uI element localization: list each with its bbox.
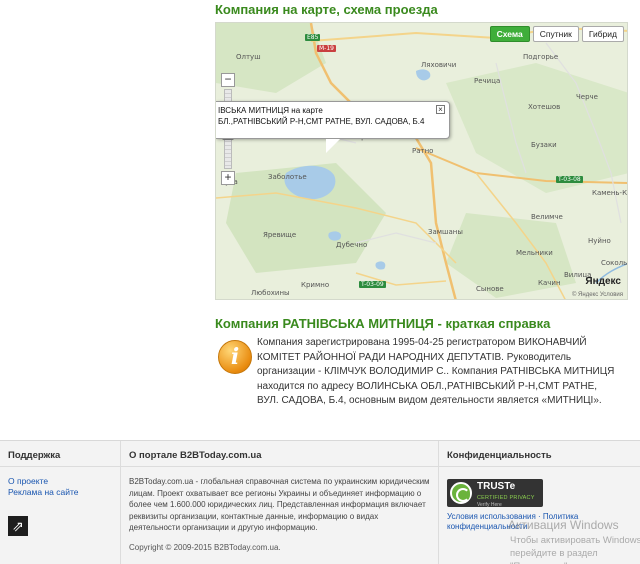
map-place-label: Ляховичи bbox=[421, 61, 457, 69]
map-place-label: Ратно bbox=[412, 147, 434, 155]
map-type-hybrid-button[interactable]: Гибрид bbox=[581, 26, 624, 42]
map-balloon: ІВСЬКА МИТНИЦЯ на карте БЛ.,РАТНІВСЬКИЙ … bbox=[216, 101, 450, 139]
map-place-label: Бузаки bbox=[531, 141, 557, 149]
zoom-in-button[interactable]: + bbox=[221, 171, 235, 185]
yandex-logo: Яндекс bbox=[585, 276, 621, 287]
map-place-label: Любохины bbox=[251, 289, 290, 297]
truste-title: TRUSTe bbox=[477, 481, 516, 492]
truste-logo-icon bbox=[450, 482, 472, 504]
map-place-label: Качин bbox=[538, 279, 561, 287]
about-project-link[interactable]: О проекте bbox=[8, 476, 112, 487]
map-copyright[interactable]: © Яндекс Условия bbox=[572, 292, 623, 298]
map-place-label: Велимче bbox=[531, 213, 563, 221]
footer-about-column: О портале B2BToday.com.ua B2BToday.com.u… bbox=[120, 441, 438, 564]
map-place-label: Речица bbox=[474, 77, 501, 85]
balloon-title: ІВСЬКА МИТНИЦЯ на карте bbox=[218, 106, 323, 115]
info-icon: i bbox=[218, 340, 252, 374]
road-tag: T-03-09 bbox=[359, 281, 386, 288]
company-summary-text: Компания зарегистрирована 1995-04-25 рег… bbox=[257, 337, 615, 406]
map-place-label: Черче bbox=[576, 93, 598, 101]
map-place-label: Камень-Ка bbox=[592, 189, 628, 197]
summary-section-title: Компания РАТНІВСЬКА МИТНИЦЯ - краткая сп… bbox=[215, 316, 551, 331]
road-tag: T-03-08 bbox=[556, 176, 583, 183]
map-place-label: Яревище bbox=[263, 231, 297, 239]
map-place-label: Олтуш bbox=[236, 53, 261, 61]
map-place-label: Дубечно bbox=[336, 241, 368, 249]
map-place-label: Кримно bbox=[301, 281, 330, 289]
map-type-scheme-button[interactable]: Схема bbox=[489, 26, 530, 42]
road-tag: E85 bbox=[305, 34, 321, 41]
footer-support-heading: Поддержка bbox=[0, 441, 120, 467]
truste-verify: Verify Here bbox=[477, 502, 502, 508]
advertising-link[interactable]: Реклама на сайте bbox=[8, 487, 112, 498]
balloon-pointer bbox=[326, 139, 340, 153]
footer-about-text: B2BToday.com.ua - глобальная справочная … bbox=[129, 477, 430, 532]
map-place-label: Подгорье bbox=[523, 53, 559, 61]
map-place-label: Сынове bbox=[476, 285, 504, 293]
map-type-switcher: Схема Спутник Гибрид bbox=[489, 26, 624, 42]
map-place-label: Хотешов bbox=[528, 103, 561, 111]
balloon-address: БЛ.,РАТНІВСЬКИЙ Р-Н,СМТ РАТНЕ, ВУЛ. САДО… bbox=[218, 117, 425, 126]
footer-about-heading: О портале B2BToday.com.ua bbox=[121, 441, 438, 467]
footer-copyright: Copyright © 2009-2015 B2BToday.com.ua. bbox=[129, 542, 281, 552]
map-section-title: Компания на карте, схема проезда bbox=[215, 2, 438, 17]
footer-privacy-heading: Конфиденциальность bbox=[439, 441, 640, 467]
share-icon[interactable]: ⇗ bbox=[8, 516, 28, 536]
windows-activation-hint: Чтобы активировать Windows, перейдите в … bbox=[510, 535, 640, 564]
footer-support-column: Поддержка О проекте Реклама на сайте ⇗ bbox=[0, 441, 120, 564]
windows-activation-title: Активация Windows bbox=[508, 518, 619, 532]
map-place-label: Нуйно bbox=[588, 237, 611, 245]
map-type-satellite-button[interactable]: Спутник bbox=[532, 26, 579, 42]
map-widget[interactable]: Схема Спутник Гибрид Ляховичи Олтуш Жири… bbox=[215, 22, 628, 300]
map-place-label: Заболотье bbox=[268, 173, 307, 181]
zoom-out-button[interactable]: − bbox=[221, 73, 235, 87]
truste-badge[interactable]: TRUSTe CERTIFIED PRIVACY Verify Here bbox=[447, 479, 543, 508]
map-place-label: Замшаны bbox=[428, 228, 463, 236]
map-place-label: Мельники bbox=[516, 249, 553, 257]
road-tag: M-19 bbox=[317, 45, 336, 52]
balloon-close-button[interactable]: × bbox=[436, 105, 445, 114]
map-place-label: Соколы bbox=[601, 259, 628, 267]
